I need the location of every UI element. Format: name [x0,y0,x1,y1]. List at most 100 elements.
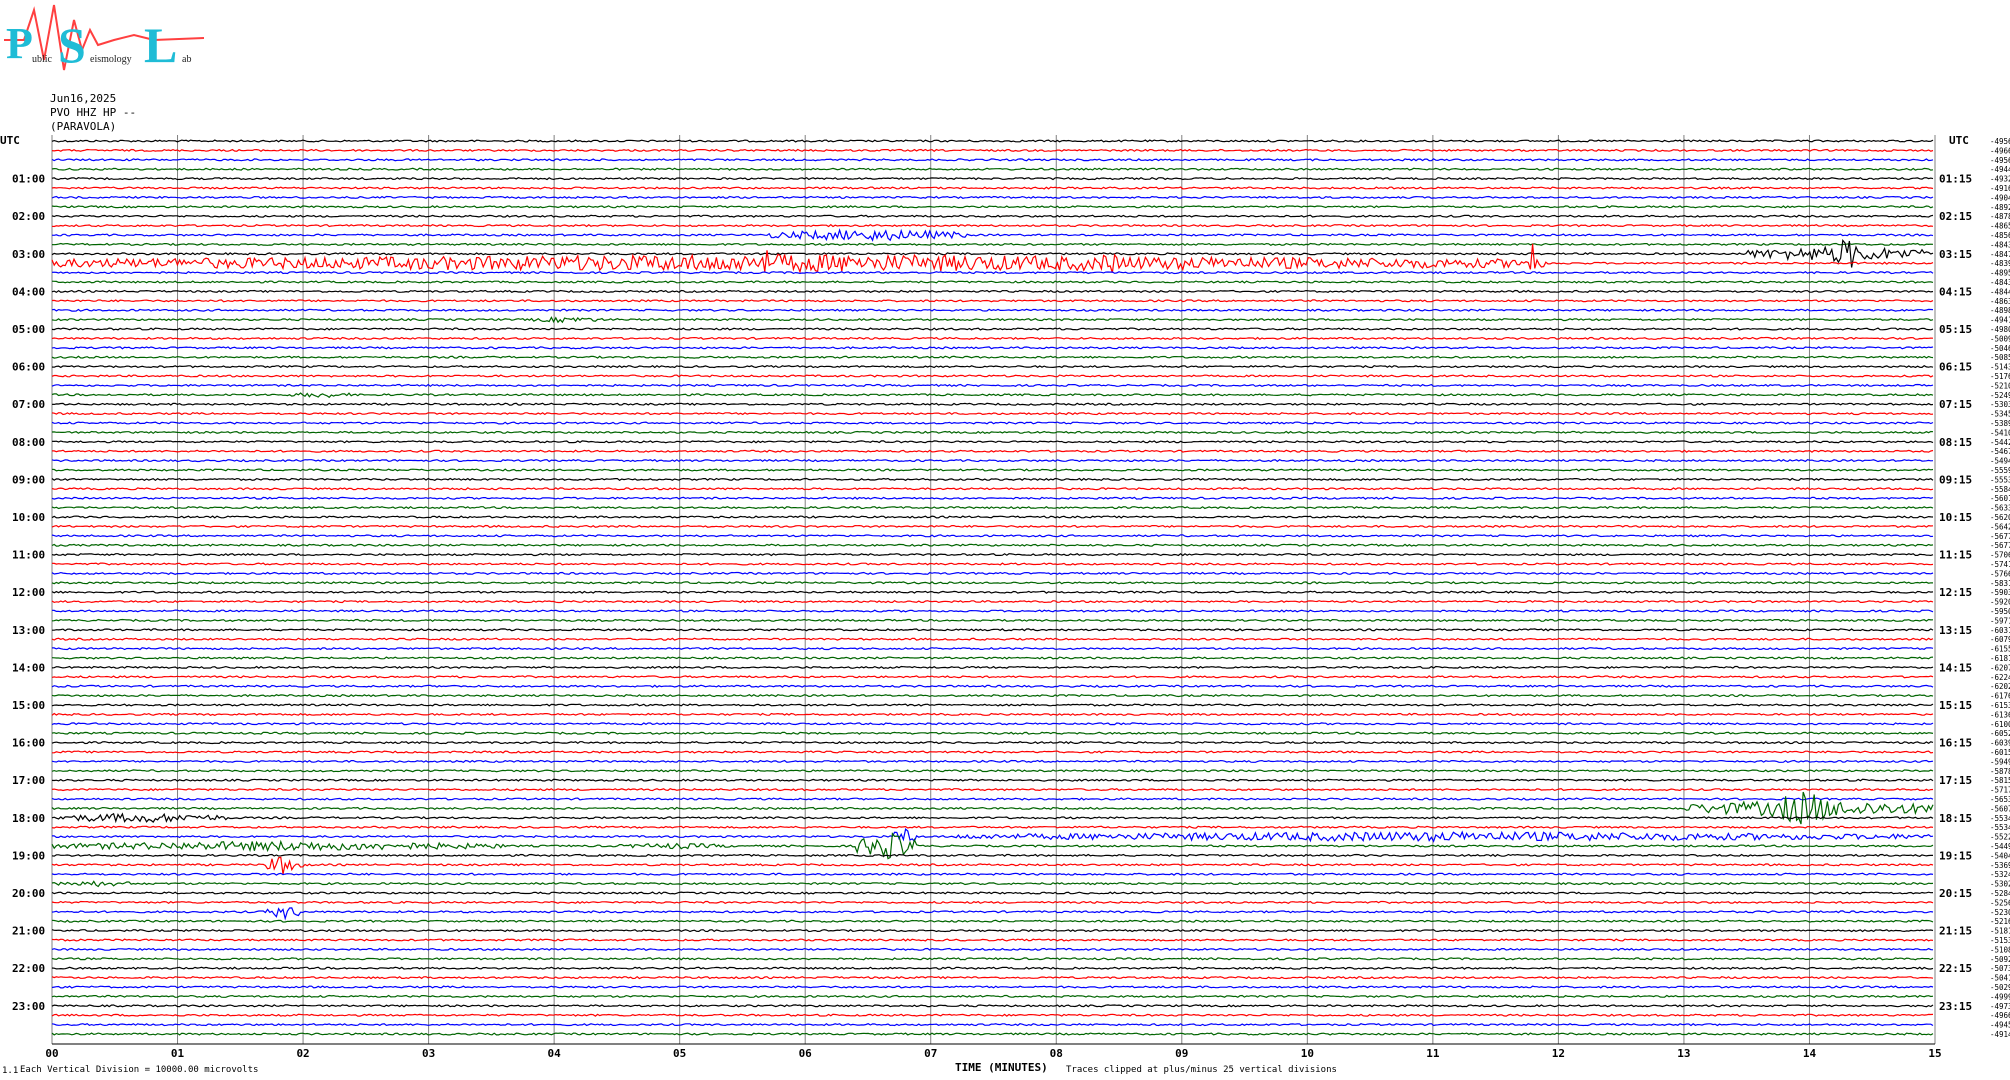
row-offset-label: -4944 [1990,165,2010,174]
right-hour-label: 22:15 [1939,962,1972,975]
row-offset-label: -4839 [1990,259,2010,268]
x-tick-label: 06 [799,1047,813,1060]
trace-row-77 [51,856,1934,875]
right-hour-label: 05:15 [1939,323,1972,336]
trace-row-55 [51,656,1934,660]
row-offset-label: -5534 [1990,823,2010,832]
trace-row-30 [51,421,1934,425]
trace-row-42 [51,534,1934,538]
row-offset-label: -5584 [1990,485,2010,494]
trace-row-69 [51,787,1934,792]
x-tick-label: 05 [673,1047,686,1060]
trace-row-17 [51,299,1934,303]
row-offset-label: -4945 [1990,1021,2010,1030]
right-hour-label: 16:15 [1939,737,1972,750]
trace-row-5 [51,186,1934,190]
left-hour-label: 21:00 [12,925,45,938]
row-offset-label: -5601 [1990,494,2010,503]
row-offset-label: -5949 [1990,757,2010,766]
trace-row-43 [51,543,1934,547]
row-offset-label: -5046 [1990,344,2010,353]
right-hour-label: 17:15 [1939,774,1972,787]
trace-row-19 [51,316,1934,324]
row-offset-label: -5677 [1990,532,2010,541]
left-hour-label: 23:00 [12,1000,45,1013]
row-offset-label: -5085 [1990,353,2010,362]
trace-row-61 [51,712,1934,717]
row-offset-label: -5092 [1990,955,2010,964]
trace-row-65 [52,750,1934,754]
row-offset-label: -5256 [1990,898,2010,907]
x-tick-label: 07 [924,1047,937,1060]
trace-row-85 [51,938,1934,942]
left-hour-label: 17:00 [12,774,45,787]
row-offset-label: -6155 [1990,645,2010,654]
trace-row-46 [51,571,1934,576]
row-offset-label: -5230 [1990,908,2010,917]
trace-row-71 [51,791,1934,825]
left-hour-label: 12:00 [12,586,45,599]
row-offset-label: -4956 [1990,137,2010,146]
row-offset-label: -5449 [1990,842,2010,851]
trace-row-44 [51,552,1934,557]
trace-row-49 [51,599,1934,604]
trace-row-9 [51,223,1934,228]
x-tick-label: 08 [1050,1047,1063,1060]
row-offset-label: -6136 [1990,710,2010,719]
right-hour-label: 03:15 [1939,248,1972,261]
right-hour-label: 02:15 [1939,210,1972,223]
trace-row-63 [51,731,1934,735]
trace-row-48 [51,590,1934,594]
trace-row-28 [51,402,1934,406]
row-offset-label: -5302 [1990,880,2010,889]
row-offset-label: -5494 [1990,457,2010,466]
left-hour-label: 20:00 [12,887,45,900]
trace-row-53 [51,637,1934,641]
trace-row-91 [51,994,1934,999]
right-hour-label: 23:15 [1939,1000,1972,1013]
trace-row-10 [51,228,1934,242]
row-offset-label: -5553 [1990,475,2010,484]
trace-row-95 [51,1032,1934,1036]
row-offset-label: -5620 [1990,513,2010,522]
trace-row-62 [51,722,1934,726]
left-hour-label: 04:00 [12,285,45,298]
row-offset-label: -4863 [1990,297,2010,306]
row-offset-label: -4847 [1990,250,2010,259]
footer-clip-note: Traces clipped at plus/minus 25 vertical… [1066,1065,1337,1075]
trace-row-87 [51,957,1934,961]
footer-scale: Each Vertical Division = 10000.00 microv… [20,1065,259,1075]
row-offset-label: -4865 [1990,222,2010,231]
trace-row-8 [51,214,1934,218]
left-hour-label: 14:00 [12,661,45,674]
row-offset-label: -4895 [1990,269,2010,278]
helicorder-plot: -4956-4966-4956-4944-4932-4916-4904-4892… [12,135,2010,1060]
row-offset-label: -4856 [1990,231,2010,240]
row-offset-label: -5153 [1990,936,2010,945]
right-hour-label: 18:15 [1939,812,1972,825]
trace-row-79 [51,880,1934,888]
trace-row-66 [51,759,1934,764]
trace-row-47 [51,581,1934,585]
left-hour-label: 07:00 [12,398,45,411]
left-hour-label: 05:00 [12,323,45,336]
trace-row-68 [51,778,1934,782]
trace-row-93 [51,1013,1934,1017]
row-offset-label: -4878 [1990,212,2010,221]
row-offset-label: -5831 [1990,579,2010,588]
row-offset-label: -5971 [1990,616,2010,625]
trace-row-57 [51,675,1934,679]
trace-row-82 [51,907,1934,921]
row-offset-label: -4980 [1990,325,2010,334]
row-offset-label: -5706 [1990,551,2010,560]
left-hour-label: 15:00 [12,699,45,712]
trace-row-35 [51,468,1934,472]
row-offset-label: -5284 [1990,889,2010,898]
trace-row-2 [51,158,1934,162]
row-offset-label: -4914 [1990,1030,2010,1039]
row-offset-label: -5108 [1990,945,2010,954]
row-offset-label: -5717 [1990,786,2010,795]
trace-row-76 [51,853,1933,858]
trace-row-80 [51,891,1934,895]
x-tick-label: 12 [1552,1047,1565,1060]
